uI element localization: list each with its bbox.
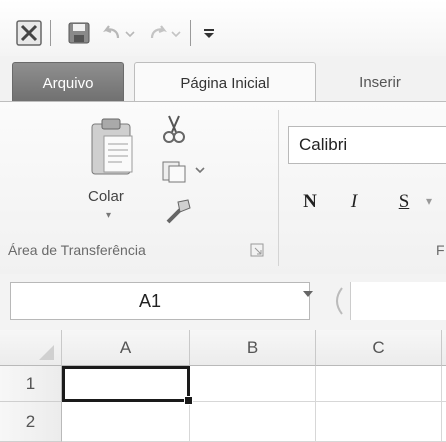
cell-a1[interactable] (62, 366, 190, 402)
format-painter-icon (166, 199, 191, 224)
fill-handle[interactable] (184, 396, 193, 405)
paste-label: Colar (88, 188, 124, 205)
quick-access-toolbar (0, 0, 446, 56)
ribbon: Colar ▾ Área de Transferência Calibri N … (0, 101, 446, 275)
cell-b2[interactable] (190, 402, 316, 442)
italic-button[interactable]: I (340, 186, 368, 218)
name-box-dropdown-icon[interactable] (302, 288, 314, 300)
column-header-next (442, 330, 446, 366)
column-header-b[interactable]: B (190, 330, 316, 366)
formula-divider-icon (326, 286, 348, 316)
select-all-icon (39, 345, 54, 360)
column-header-label: C (372, 337, 385, 357)
paste-icon (91, 118, 133, 175)
ribbon-tab-row: Arquivo Página Inicial Inserir (0, 56, 446, 103)
format-painter-button[interactable] (162, 196, 196, 226)
excel-icon[interactable] (14, 18, 44, 48)
row-header-label: 2 (25, 411, 36, 431)
row-header-label: 1 (25, 373, 36, 393)
font-name-field[interactable]: Calibri (288, 126, 446, 164)
toolbar-separator (190, 20, 191, 46)
cell-c2[interactable] (316, 402, 442, 442)
row-header-1[interactable]: 1 (0, 366, 62, 402)
tab-home[interactable]: Página Inicial (134, 62, 316, 103)
font-name-value: Calibri (299, 135, 348, 154)
copy-icon (162, 161, 205, 183)
column-header-label: B (246, 337, 259, 357)
cell-d2[interactable] (442, 402, 446, 442)
italic-label: I (350, 191, 358, 212)
column-header-label: A (119, 337, 132, 357)
cell-d1[interactable] (442, 366, 446, 402)
tab-home-label: Página Inicial (180, 74, 270, 92)
save-icon[interactable] (64, 18, 94, 48)
name-box[interactable]: A1 (10, 282, 310, 320)
column-header-c[interactable]: C (316, 330, 442, 366)
underline-dropdown-icon[interactable]: ▾ (426, 194, 432, 208)
formula-bar-row: A1 (0, 274, 446, 330)
paste-dropdown-icon: ▾ (106, 210, 112, 221)
paste-button[interactable]: Colar ▾ (80, 116, 144, 226)
cut-icon (163, 115, 185, 143)
bold-label: N (303, 191, 317, 212)
undo-icon[interactable] (100, 18, 140, 48)
tab-insert[interactable]: Inserir (330, 62, 430, 102)
customize-icon[interactable] (198, 18, 220, 48)
row-header-2[interactable]: 2 (0, 402, 62, 442)
tab-file-label: Arquivo (42, 74, 94, 92)
tab-insert-label: Inserir (359, 73, 401, 91)
name-box-value: A1 (139, 291, 162, 311)
clipboard-group-label: Área de Transferência (8, 242, 146, 258)
font-group-label: F (436, 242, 445, 258)
tab-file[interactable]: Arquivo (12, 62, 124, 103)
column-header-a[interactable]: A (62, 330, 190, 366)
bold-button[interactable]: N (296, 186, 324, 218)
underline-button[interactable]: S (390, 186, 418, 218)
worksheet-grid: A B C 1 2 (0, 330, 446, 442)
cell-c1[interactable] (316, 366, 442, 402)
group-separator (278, 110, 279, 266)
toolbar-separator (50, 20, 51, 46)
formula-input[interactable] (350, 282, 446, 320)
copy-button[interactable] (160, 158, 208, 186)
cell-b1[interactable] (190, 366, 316, 402)
cut-button[interactable] (160, 114, 190, 146)
dialog-launcher-icon (250, 243, 264, 257)
redo-icon[interactable] (146, 18, 186, 48)
select-all-corner[interactable] (0, 330, 62, 366)
cell-a2[interactable] (62, 402, 190, 442)
underline-label: S (398, 191, 410, 212)
clipboard-dialog-launcher[interactable] (250, 243, 266, 259)
